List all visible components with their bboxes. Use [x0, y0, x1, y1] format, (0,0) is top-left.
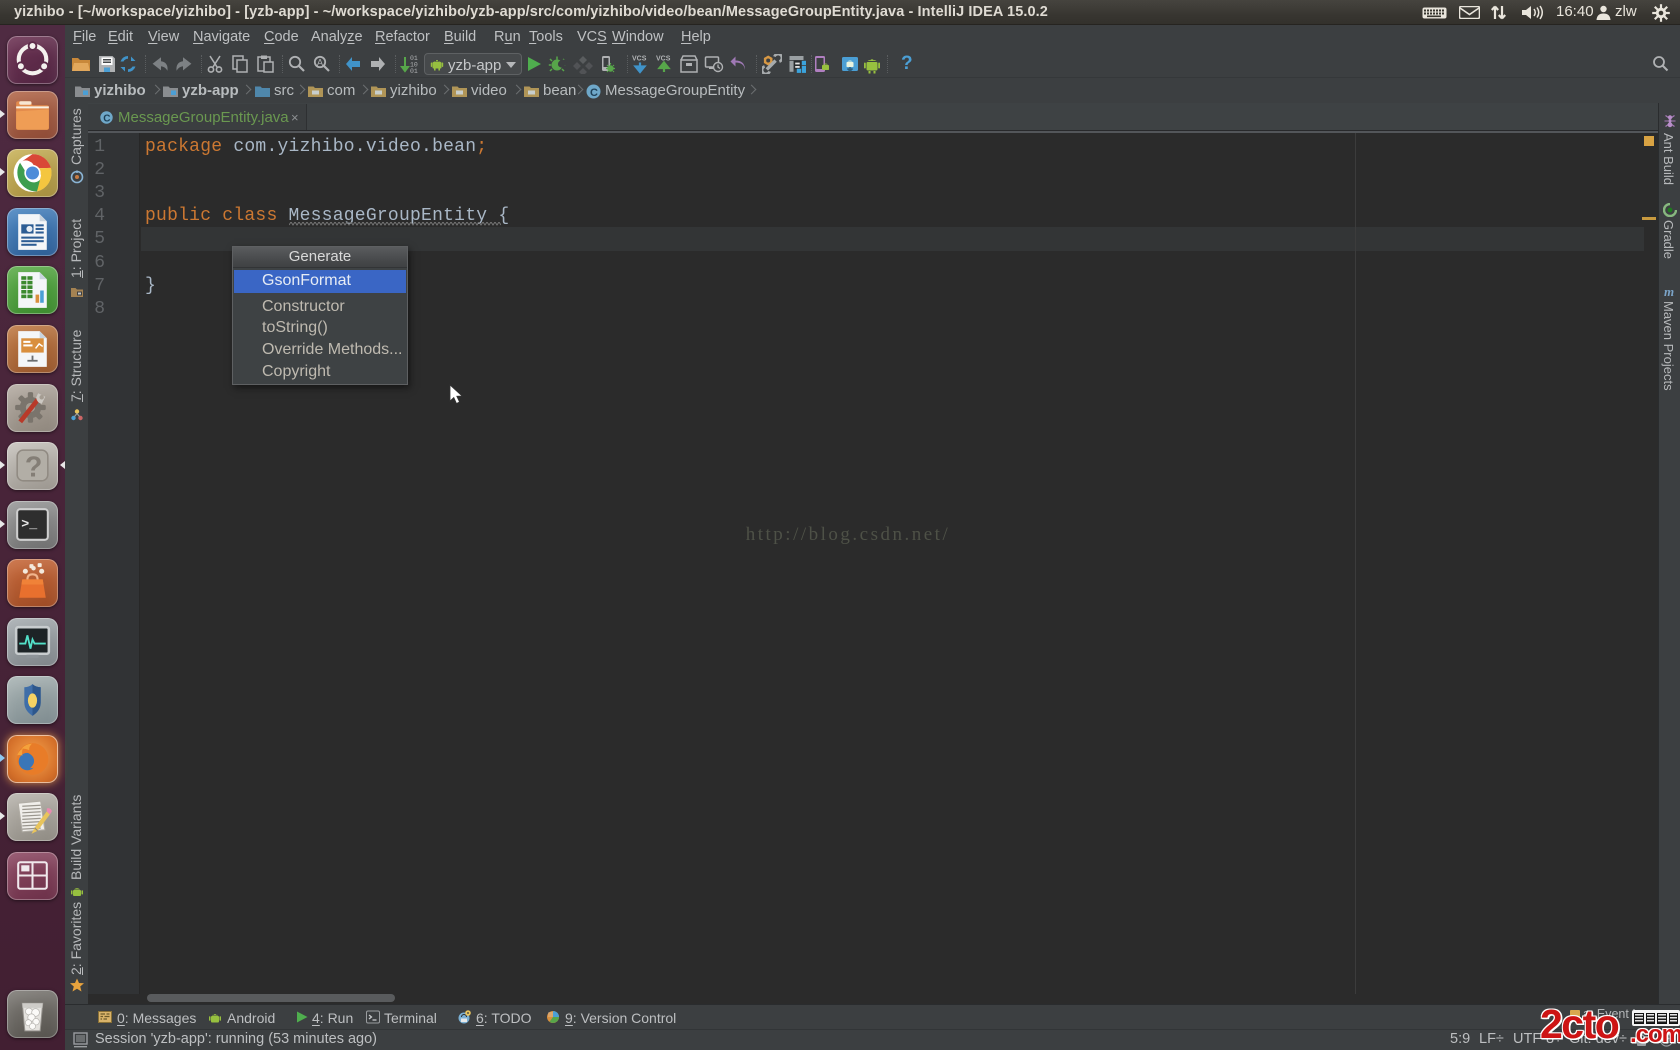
svg-text:A: A	[317, 58, 323, 68]
svg-text:C: C	[103, 114, 110, 124]
svg-text:?: ?	[25, 452, 42, 484]
svg-text:C: C	[590, 87, 598, 99]
svg-text:01: 01	[410, 68, 418, 74]
svg-text:m: m	[1664, 284, 1674, 298]
svg-text:>_: >_	[21, 517, 37, 532]
svg-text:VCS: VCS	[656, 56, 671, 63]
svg-text:VCS: VCS	[632, 56, 647, 63]
